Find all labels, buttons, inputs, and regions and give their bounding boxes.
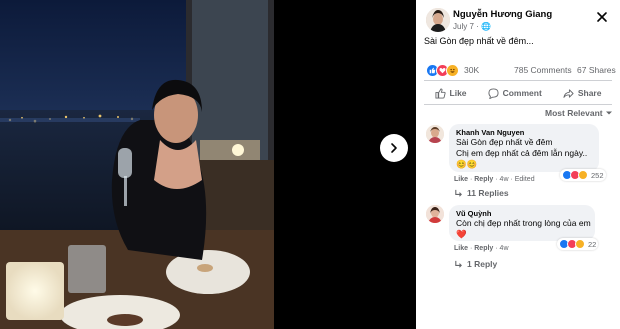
post-caption: Sài Gòn đẹp nhất về đêm... xyxy=(424,36,534,46)
comment-author[interactable]: Khanh Van Nguyen xyxy=(456,128,592,137)
post-time[interactable]: July 7 · 🌐 xyxy=(453,22,491,31)
comment-bubble: Khanh Van Nguyen Sài Gòn đẹp nhất về đêm… xyxy=(449,124,599,172)
thumbs-up-icon xyxy=(434,87,446,99)
avatar-image xyxy=(426,125,444,143)
comments-count[interactable]: 785 Comments xyxy=(514,65,572,75)
comment-reply-link[interactable]: Reply xyxy=(474,176,493,183)
photo-image xyxy=(0,0,274,329)
comment-reply-link[interactable]: Reply xyxy=(474,245,493,252)
comment-reactions[interactable]: 252 xyxy=(560,169,606,181)
comment-text-line: Chị em đẹp nhất cả đêm lẫn ngày.. xyxy=(456,148,588,158)
replies-label: 1 Reply xyxy=(467,259,498,269)
comment-meta: Like · Reply · 4w xyxy=(454,245,509,252)
poster-name[interactable]: Nguyễn Hương Giang xyxy=(453,9,552,20)
haha-reaction-icon xyxy=(575,239,585,249)
share-button[interactable]: Share xyxy=(563,88,602,99)
sort-label: Most Relevant xyxy=(545,108,603,118)
comment-text-line: Còn chị đẹp nhất trong lòng của em xyxy=(456,218,591,228)
close-icon[interactable] xyxy=(596,10,608,22)
avatar-image xyxy=(426,205,444,223)
caret-down-icon xyxy=(605,111,612,115)
poster-avatar[interactable] xyxy=(426,8,450,32)
reply-arrow-icon xyxy=(455,260,462,268)
comment-text-line: Sài Gòn đẹp nhất về đêm xyxy=(456,137,553,147)
reaction-count: 30K xyxy=(464,65,480,75)
comment-like-link[interactable]: Like xyxy=(454,176,468,183)
like-label: Like xyxy=(449,88,467,98)
comment-edited[interactable]: Edited xyxy=(515,176,535,183)
view-replies-link[interactable]: 11 Replies xyxy=(454,188,509,198)
comment-time[interactable]: 4w xyxy=(500,176,509,183)
comment-reactions[interactable]: 22 xyxy=(557,238,599,250)
commenter-avatar[interactable] xyxy=(426,205,444,223)
comment-author[interactable]: Vũ Quỳnh xyxy=(456,209,588,218)
share-label: Share xyxy=(577,88,602,98)
divider xyxy=(424,104,612,105)
shares-count[interactable]: 67 Shares xyxy=(577,65,616,75)
reaction-summary[interactable]: 30K xyxy=(426,63,479,77)
view-replies-link[interactable]: 1 Reply xyxy=(454,259,497,269)
comment-button[interactable]: Comment xyxy=(488,87,542,99)
reply-arrow-icon xyxy=(455,189,462,197)
post-photo xyxy=(0,0,274,329)
comment-bubble: Vũ Quỳnh Còn chị đẹp nhất trong lòng của… xyxy=(449,205,595,241)
haha-reaction-icon xyxy=(446,63,459,77)
share-icon xyxy=(563,88,574,98)
comment-icon xyxy=(488,87,499,99)
photo-viewer xyxy=(0,0,416,329)
like-button[interactable]: Like xyxy=(434,87,467,99)
next-photo-button[interactable] xyxy=(380,134,408,162)
divider xyxy=(424,80,612,81)
comment-meta: Like · Reply · 4w · Edited xyxy=(454,176,535,183)
post-header: Nguyễn Hương Giang July 7 · 🌐 xyxy=(426,6,616,32)
comment-label: Comment xyxy=(502,88,542,98)
chevron-right-icon xyxy=(391,143,397,153)
avatar-image xyxy=(426,8,450,32)
post-stats: 785 Comments 67 Shares xyxy=(514,65,616,75)
comment-sort-dropdown[interactable]: Most Relevant xyxy=(545,108,613,118)
commenter-avatar[interactable] xyxy=(426,125,444,143)
replies-label: 11 Replies xyxy=(467,188,509,198)
comment-reaction-count: 252 xyxy=(591,170,604,180)
haha-reaction-icon xyxy=(578,170,588,180)
comment-time[interactable]: 4w xyxy=(500,245,509,252)
comment-reaction-count: 22 xyxy=(588,239,597,249)
comment-like-link[interactable]: Like xyxy=(454,245,468,252)
post-actions: Like Comment Share xyxy=(424,84,612,102)
